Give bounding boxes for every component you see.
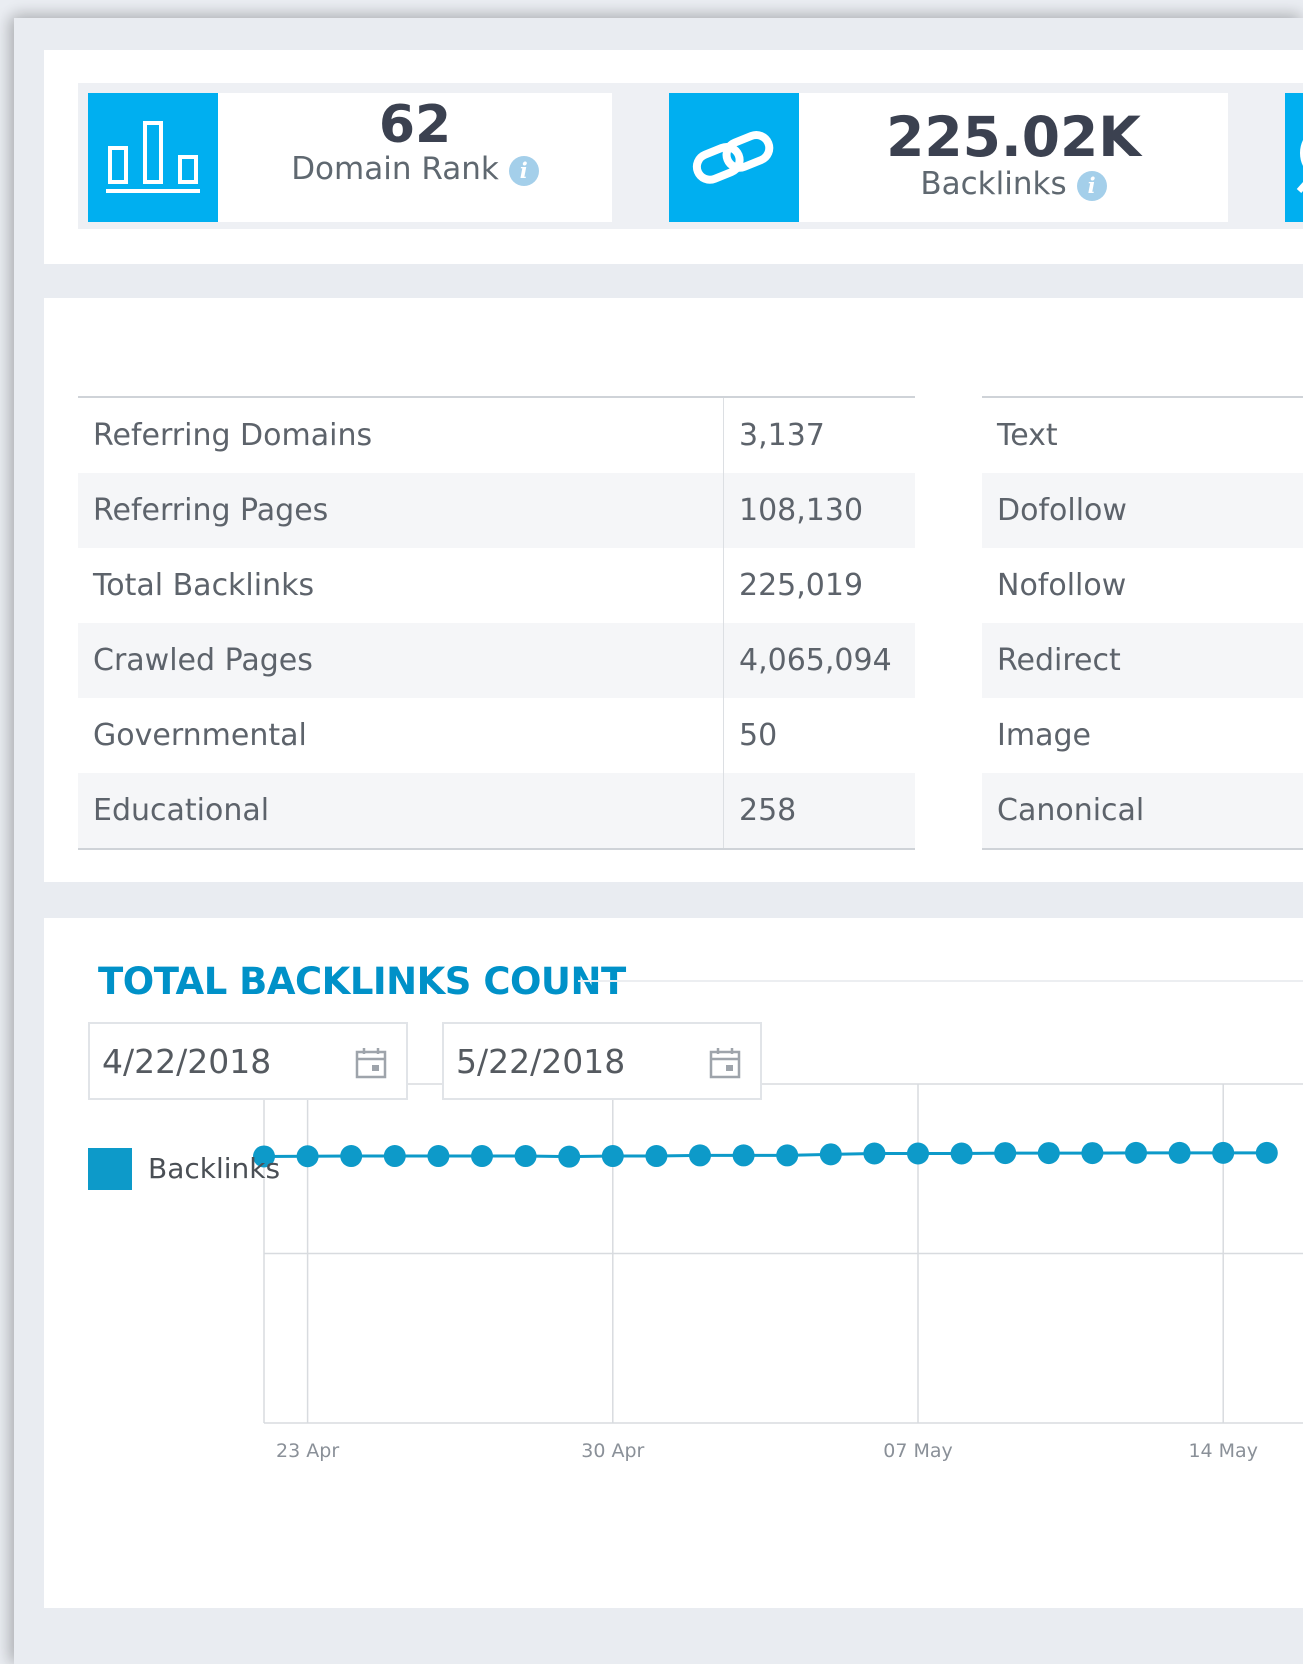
stats-strip: 62 Domain Rank i 225.02K Backlinks i	[78, 83, 1303, 229]
row-value: 225,019	[739, 568, 864, 603]
data-point	[383, 1145, 406, 1168]
stats-panel: 62 Domain Rank i 225.02K Backlinks i	[44, 50, 1303, 264]
data-point	[819, 1143, 842, 1166]
summary-panel: Referring Domains 3,137 Referring Pages 10…	[44, 298, 1303, 882]
table-row: Nofollow	[982, 548, 1303, 623]
third-stat-card	[1285, 93, 1303, 222]
data-point	[863, 1142, 886, 1165]
backlinks-chart-panel: 23 Apr 30 Apr 07 May 14 May TOTAL BACKLINKS…	[44, 918, 1303, 1608]
data-point	[1255, 1141, 1278, 1164]
data-point	[1081, 1142, 1104, 1165]
row-label: Educational	[78, 773, 724, 849]
backlinks-label-text: Backlinks	[920, 166, 1067, 202]
table-row: Governmental 50	[78, 698, 915, 773]
data-point	[1125, 1141, 1147, 1164]
x-tick-label: 07 May	[883, 1440, 953, 1462]
data-point	[471, 1145, 493, 1168]
legend-label: Backlinks	[148, 1152, 281, 1185]
table-row: Image	[982, 698, 1303, 773]
data-point	[427, 1145, 450, 1168]
bar-chart-icon	[88, 93, 218, 222]
backlinks-label: Backlinks i	[799, 166, 1228, 202]
data-point	[340, 1145, 363, 1168]
section-title: TOTAL BACKLINKS COUNT	[98, 960, 626, 1003]
legend-swatch	[88, 1148, 132, 1190]
domain-rank-value: 62	[378, 95, 452, 155]
x-tick-label: 14 May	[1188, 1440, 1258, 1462]
data-point	[950, 1142, 973, 1165]
referring-stats-table: Referring Domains 3,137 Referring Pages 10…	[78, 396, 915, 850]
start-date-value: 4/22/2018	[102, 1042, 272, 1081]
data-point	[1037, 1142, 1060, 1165]
table-row: Referring Domains 3,137	[78, 397, 915, 473]
table-row: Referring Pages 108,130	[78, 473, 915, 548]
table-row: Text	[982, 397, 1303, 473]
backlinks-card: 225.02K Backlinks i	[669, 93, 1228, 222]
x-tick-label: 30 Apr	[581, 1440, 644, 1462]
data-point	[645, 1145, 668, 1168]
row-value: 4,065,094	[723, 623, 915, 698]
row-label: Referring Domains	[78, 397, 724, 473]
backlinks-value: 225.02K	[886, 105, 1141, 169]
data-point	[994, 1142, 1017, 1165]
data-point	[1212, 1141, 1235, 1164]
calendar-icon[interactable]	[708, 1046, 742, 1080]
row-label: Redirect	[982, 623, 1303, 698]
data-point	[732, 1144, 755, 1167]
end-date-input[interactable]: 5/22/2018	[442, 1022, 762, 1100]
table-row: Crawled Pages 4,065,094	[78, 623, 915, 698]
row-value: 3,137	[739, 418, 825, 453]
title-divider	[578, 980, 1303, 982]
row-label: Text	[997, 418, 1058, 453]
data-point	[558, 1145, 581, 1168]
table-row: Educational 258	[78, 773, 915, 849]
domain-rank-label-text: Domain Rank	[291, 151, 499, 187]
link-types-table: Text Dofollow Nofollow Redirect Image Ca…	[982, 396, 1303, 850]
table-row: Total Backlinks 225,019	[78, 548, 915, 623]
row-label: Crawled Pages	[78, 623, 724, 698]
row-label: Nofollow	[997, 568, 1127, 603]
row-label: Governmental	[78, 698, 724, 773]
row-label: Total Backlinks	[78, 548, 724, 623]
start-date-input[interactable]: 4/22/2018	[88, 1022, 408, 1100]
info-icon[interactable]: i	[1076, 170, 1107, 201]
data-point	[514, 1145, 537, 1168]
data-point	[296, 1145, 319, 1168]
domain-rank-card: 62 Domain Rank i	[88, 93, 612, 222]
calendar-icon[interactable]	[354, 1046, 388, 1080]
row-label: Canonical	[982, 773, 1303, 849]
row-label: Referring Pages	[78, 473, 724, 548]
domain-rank-label: Domain Rank i	[218, 151, 612, 187]
globe-icon	[1285, 93, 1303, 222]
data-point	[776, 1144, 799, 1167]
row-label: Image	[997, 718, 1091, 753]
table-row: Redirect	[982, 623, 1303, 698]
row-label: Dofollow	[982, 473, 1303, 548]
row-value: 108,130	[723, 473, 915, 548]
row-value: 50	[739, 718, 778, 753]
data-point	[907, 1142, 929, 1165]
info-icon[interactable]: i	[508, 155, 539, 186]
row-value: 258	[723, 773, 915, 849]
link-icon	[669, 93, 799, 222]
data-point	[1168, 1141, 1191, 1164]
data-point	[601, 1145, 624, 1168]
x-tick-label: 23 Apr	[276, 1440, 339, 1462]
table-row: Canonical	[982, 773, 1303, 849]
end-date-value: 5/22/2018	[456, 1042, 626, 1081]
series-line-backlinks	[263, 1151, 1267, 1159]
data-point	[689, 1144, 711, 1167]
table-row: Dofollow	[982, 473, 1303, 548]
